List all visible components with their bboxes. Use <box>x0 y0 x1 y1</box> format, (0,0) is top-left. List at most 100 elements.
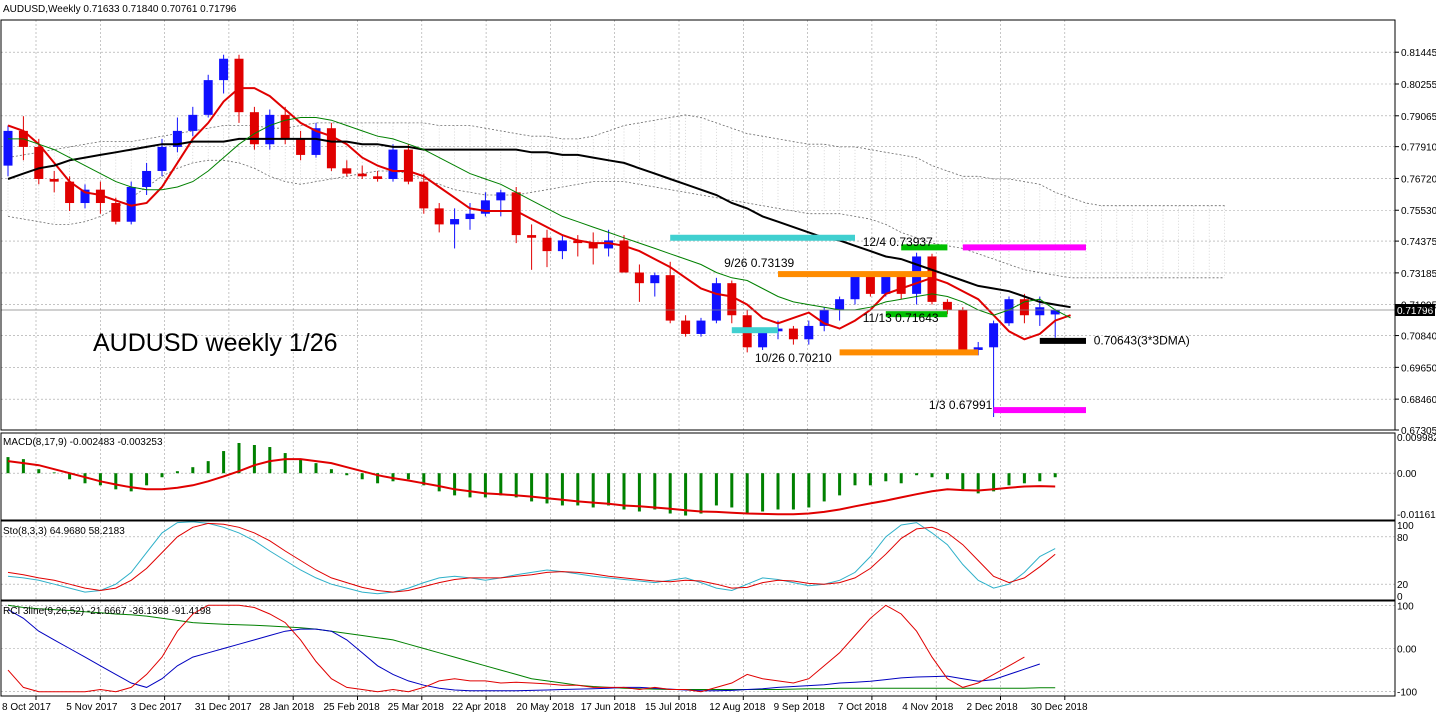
macd-histogram-bar <box>884 473 888 482</box>
level-bar <box>962 244 1086 251</box>
level-bar <box>839 349 979 356</box>
macd-histogram-bar <box>853 473 857 486</box>
candle-body <box>157 146 167 171</box>
price-annotation: 1/3 0.67991 <box>929 398 993 412</box>
time-tick-label: 2 Dec 2018 <box>967 702 1019 713</box>
level-bar <box>731 327 778 334</box>
candle-body <box>557 240 567 252</box>
candle-body <box>357 173 367 177</box>
time-tick-label: 20 May 2018 <box>516 702 574 713</box>
candle-body <box>203 80 213 115</box>
level-bar <box>778 271 932 278</box>
price-tick-label: 0.71995 <box>1401 301 1436 312</box>
candle-body <box>527 235 537 238</box>
macd-histogram-bar <box>98 473 102 486</box>
price-tick-label: 0.75530 <box>1401 206 1436 217</box>
price-annotation: 10/26 0.70210 <box>755 351 832 365</box>
macd-histogram-bar <box>807 473 811 508</box>
candle-body <box>234 58 244 113</box>
candle-body <box>758 331 768 348</box>
macd-histogram-bar <box>514 473 518 498</box>
candle-body <box>942 301 952 310</box>
macd-histogram-bar <box>930 473 934 478</box>
chart-background <box>0 0 1436 716</box>
macd-histogram-bar <box>730 473 734 508</box>
macd-histogram-bar <box>776 473 780 510</box>
price-tick-label: 0.73185 <box>1401 269 1436 280</box>
macd-histogram-bar <box>345 473 349 476</box>
time-tick-label: 31 Dec 2017 <box>195 702 252 713</box>
candle-body <box>280 114 290 139</box>
macd-histogram-bar <box>761 473 765 512</box>
stochastic-tick-label: 20 <box>1397 580 1409 591</box>
macd-histogram-bar <box>252 445 256 474</box>
price-annotation: 9/26 0.73139 <box>724 256 794 270</box>
rci-tick-label: 100 <box>1397 601 1414 612</box>
price-tick-label: 0.76720 <box>1401 174 1436 185</box>
macd-histogram-bar <box>160 473 164 478</box>
candle-body <box>696 320 706 334</box>
macd-histogram-bar <box>607 473 611 506</box>
overlay-title: AUDUSD weekly 1/26 <box>93 329 338 357</box>
macd-histogram-bar <box>1007 473 1011 486</box>
macd-histogram-bar <box>299 459 303 474</box>
macd-histogram-bar <box>129 473 133 492</box>
candle-body <box>450 219 460 225</box>
macd-histogram-bar <box>21 459 25 474</box>
price-tick-label: 0.69650 <box>1401 363 1436 374</box>
price-tick-label: 0.77910 <box>1401 143 1436 154</box>
stochastic-tick-label: 80 <box>1397 533 1409 544</box>
time-tick-label: 15 Jul 2018 <box>645 702 697 713</box>
candle-body <box>403 149 413 182</box>
macd-histogram-bar <box>945 473 949 480</box>
candle-body <box>373 176 383 179</box>
candle-body <box>788 328 798 340</box>
macd-histogram-bar <box>822 473 826 502</box>
candle-body <box>142 170 152 187</box>
macd-histogram-bar <box>838 473 842 496</box>
macd-histogram-bar <box>191 467 195 474</box>
macd-histogram-bar <box>52 472 56 474</box>
candle-body <box>665 275 675 321</box>
candle-body <box>711 283 721 321</box>
candle-body <box>296 138 306 155</box>
time-tick-label: 5 Nov 2017 <box>66 702 118 713</box>
macd-histogram-bar <box>145 473 149 486</box>
price-annotation: 11/13 0.71643 <box>863 311 939 325</box>
candle-body <box>634 272 644 284</box>
macd-histogram-bar <box>1053 473 1057 478</box>
macd-histogram-bar <box>499 473 503 496</box>
macd-tick-label: 0.00 <box>1397 469 1417 480</box>
macd-tick-label: 0.009982 <box>1397 433 1436 444</box>
candle-body <box>465 213 475 220</box>
candle-body <box>681 320 691 334</box>
macd-histogram-bar <box>114 473 118 490</box>
candle-body <box>804 325 814 340</box>
macd-histogram-bar <box>6 457 10 474</box>
macd-tick-label: -0.011612 <box>1397 510 1436 521</box>
level-bar <box>993 407 1086 414</box>
macd-histogram-bar <box>791 473 795 510</box>
time-tick-label: 9 Sep 2018 <box>774 702 826 713</box>
macd-histogram-bar <box>745 473 749 514</box>
time-tick-label: 7 Oct 2018 <box>838 702 887 713</box>
macd-histogram-bar <box>622 473 626 510</box>
candle-body <box>3 130 13 166</box>
price-annotation: 0.70643(3*3DMA) <box>1094 334 1190 348</box>
symbol-header: AUDUSD,Weekly 0.71633 0.71840 0.70761 0.… <box>3 4 237 15</box>
macd-histogram-bar <box>222 451 226 474</box>
level-bar <box>1039 337 1086 344</box>
macd-histogram-bar <box>1022 473 1026 484</box>
time-tick-label: 12 Aug 2018 <box>709 702 766 713</box>
time-tick-label: 8 Oct 2017 <box>2 702 51 713</box>
candle-body <box>219 58 229 81</box>
macd-label: MACD(8,17,9) -0.002483 -0.003253 <box>3 437 163 448</box>
stochastic-label: Sto(8,3,3) 64.9680 58.2183 <box>3 526 125 537</box>
time-tick-label: 28 Jan 2018 <box>259 702 314 713</box>
macd-histogram-bar <box>468 473 472 498</box>
macd-histogram-bar <box>653 473 657 510</box>
time-tick-label: 25 Mar 2018 <box>388 702 445 713</box>
time-tick-label: 3 Dec 2017 <box>131 702 183 713</box>
rci-label: RCI 3line(9,26,52) -21.6667 -36.1368 -91… <box>3 606 211 617</box>
macd-histogram-bar <box>1038 473 1042 482</box>
